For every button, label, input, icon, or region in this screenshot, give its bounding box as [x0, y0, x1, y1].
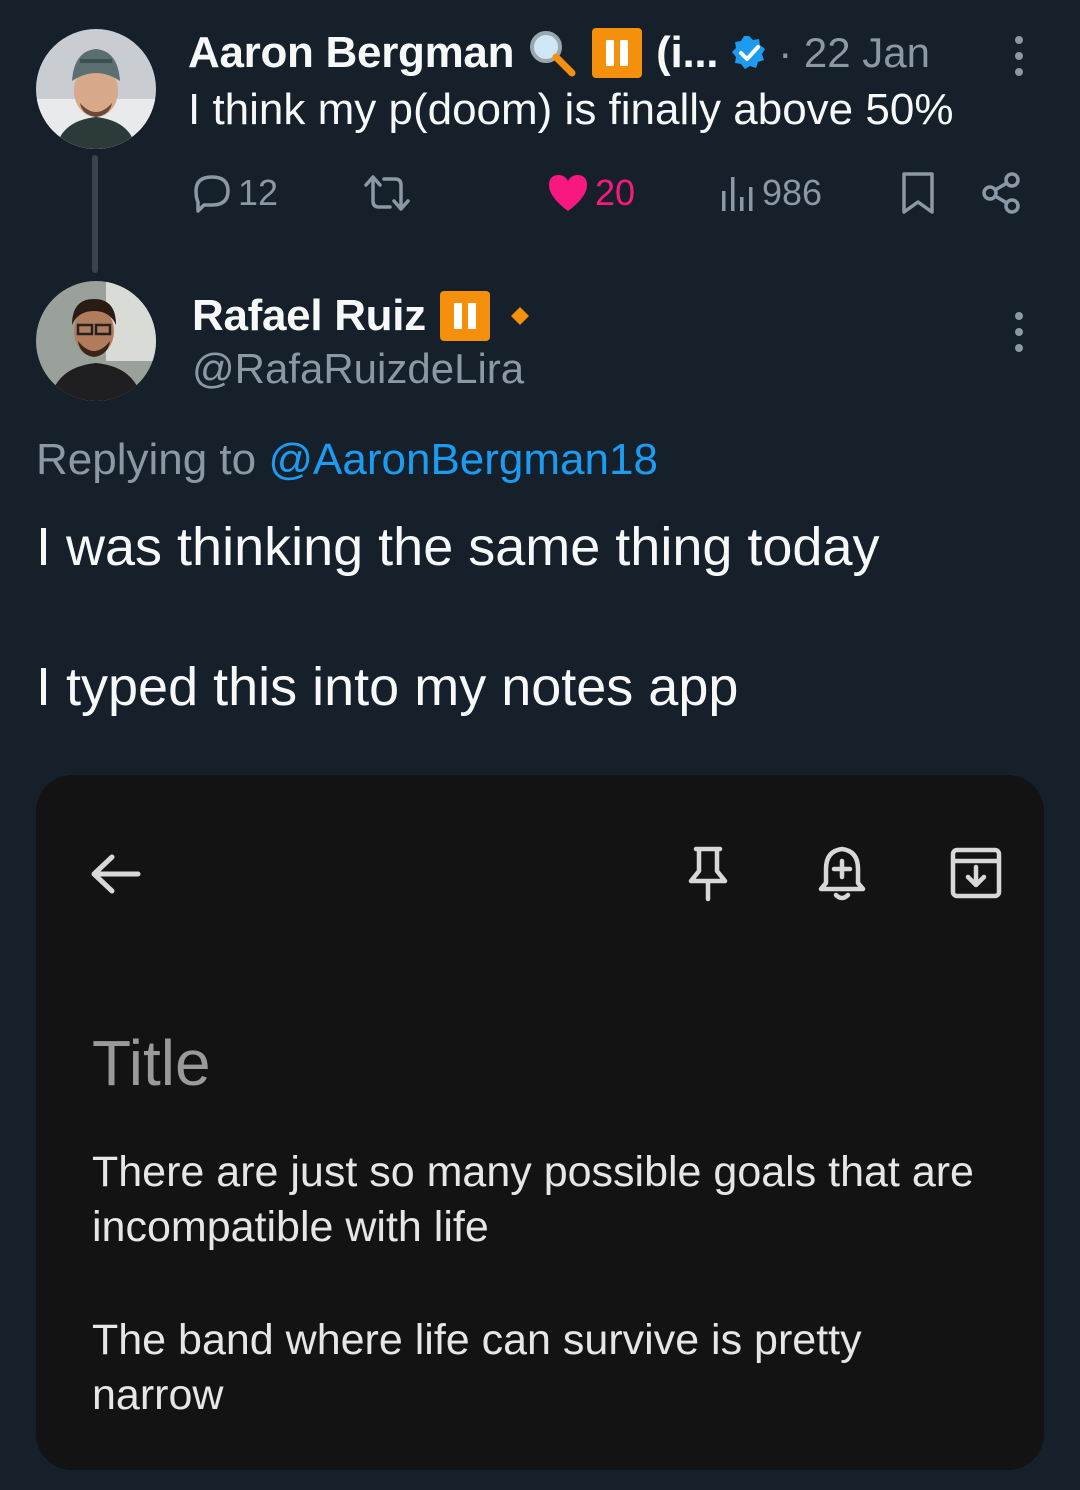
pause-badge-icon	[592, 28, 643, 78]
bookmark-icon[interactable]	[898, 170, 938, 221]
replying-to-label: Replying to	[36, 435, 257, 484]
retweet-button[interactable]	[360, 170, 418, 216]
more-options-icon[interactable]	[1015, 36, 1023, 76]
reply-handle[interactable]: @RafaRuizdeLira	[192, 344, 524, 394]
orange-diamond-icon	[510, 306, 530, 326]
avatar-aaron[interactable]	[36, 29, 156, 149]
reply-header: Rafael Ruiz	[192, 290, 530, 342]
author-name[interactable]: Aaron Bergman	[188, 28, 514, 78]
retweet-icon	[364, 175, 410, 211]
replying-to: Replying to @AaronBergman18	[36, 434, 658, 486]
author-name-suffix: (i...	[656, 28, 719, 77]
reply-text-line2: I typed this into my notes app	[36, 657, 739, 717]
heart-icon	[549, 175, 587, 211]
avatar-rafael[interactable]	[36, 281, 156, 401]
thread-line	[92, 155, 98, 273]
archive-icon	[948, 845, 1004, 906]
note-paragraph-1: There are just so many possible goals th…	[92, 1148, 974, 1251]
note-paragraph-2: The band where life can survive is prett…	[92, 1316, 862, 1419]
view-count: 986	[762, 172, 823, 213]
views-icon	[722, 177, 753, 211]
like-count: 20	[595, 172, 636, 213]
pause-badge-icon	[439, 291, 490, 341]
tweet-date[interactable]: · 22 Jan	[778, 29, 930, 77]
magnifying-glass-icon	[526, 27, 578, 79]
share-icon[interactable]	[978, 170, 1024, 221]
reply-text-line1: I was thinking the same thing today	[36, 517, 880, 577]
reply-count: 12	[238, 172, 279, 213]
note-title-placeholder: Title	[92, 1027, 211, 1099]
tweet-header: Aaron Bergman (i... · 22 Jan	[188, 28, 930, 78]
replying-to-handle[interactable]: @AaronBergman18	[268, 435, 658, 484]
verified-badge-icon	[730, 34, 768, 72]
back-arrow-icon	[88, 849, 144, 904]
reply-author-name[interactable]: Rafael Ruiz	[192, 291, 426, 341]
attached-image[interactable]: Title There are just so many possible go…	[36, 775, 1044, 1470]
tweet-text: I think my p(doom) is finally above 50%	[188, 85, 954, 134]
views-button[interactable]: 986	[718, 170, 822, 216]
reply-more-options-icon[interactable]	[1015, 312, 1023, 352]
reply-button[interactable]: 12	[190, 170, 278, 216]
reply-icon	[194, 175, 230, 213]
pin-icon	[684, 843, 732, 908]
like-button[interactable]: 20	[545, 170, 635, 216]
reminder-bell-icon	[816, 843, 868, 908]
